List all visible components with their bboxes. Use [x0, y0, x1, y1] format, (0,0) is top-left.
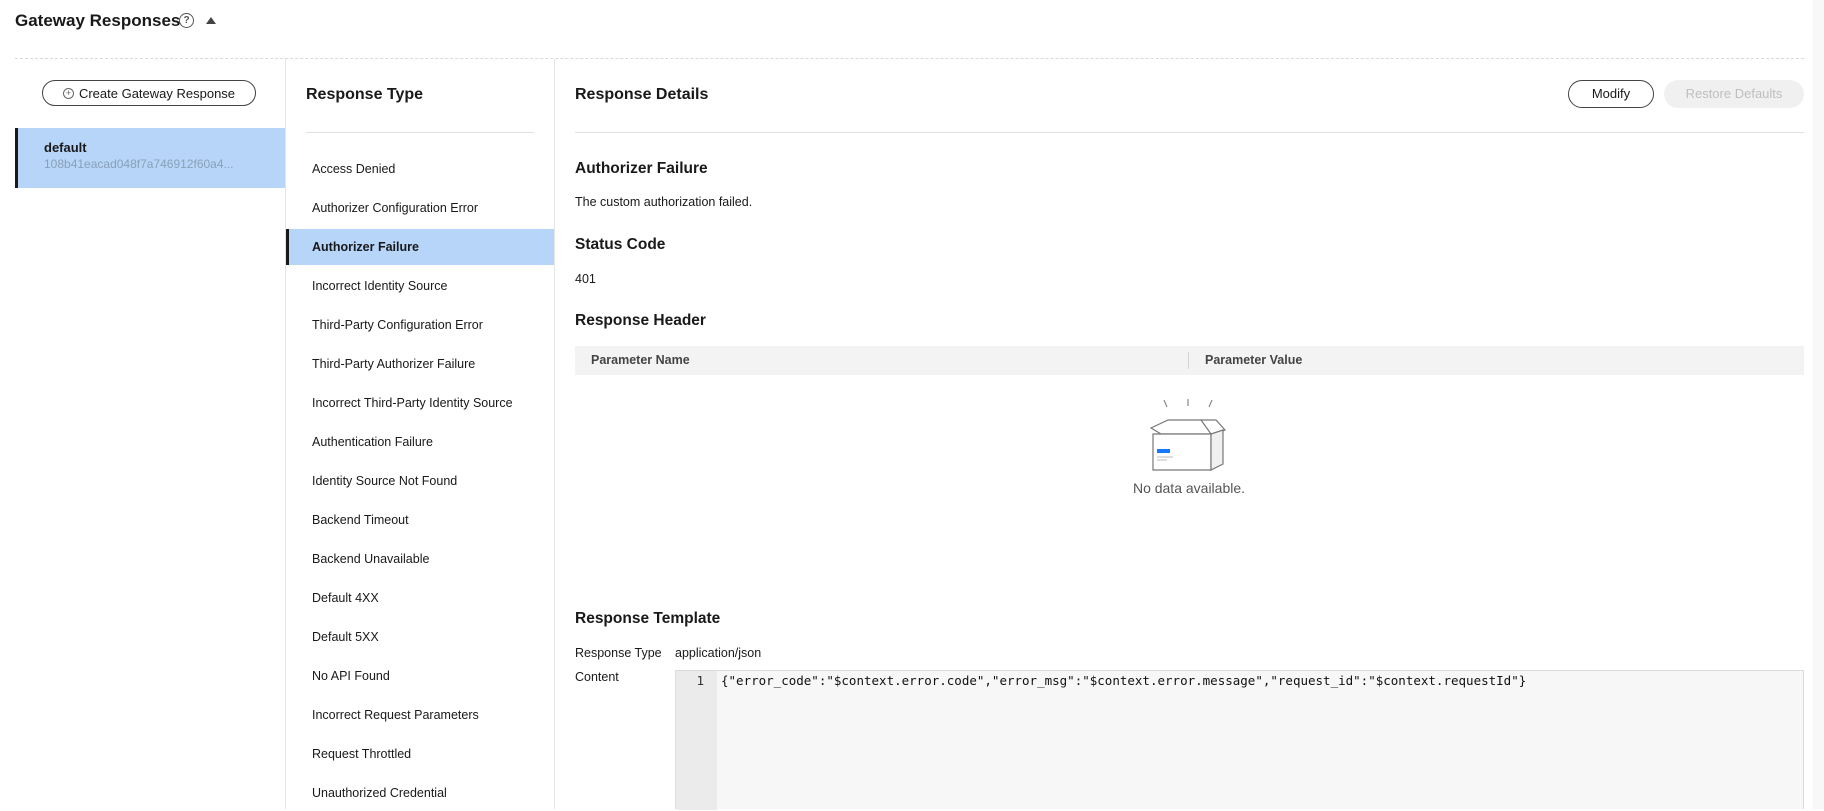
response-type-item[interactable]: Incorrect Identity Source [286, 268, 554, 304]
column-header-parameter-name: Parameter Name [591, 353, 690, 367]
page-scrollbar[interactable] [1813, 0, 1824, 809]
gateway-response-id: 108b41eacad048f7a746912f60a4... [44, 157, 234, 171]
response-type-item[interactable]: Incorrect Third-Party Identity Source [286, 385, 554, 421]
header-divider [15, 58, 1804, 59]
response-type-header: Response Type [306, 86, 424, 103]
selected-response-description: The custom authorization failed. [575, 195, 753, 209]
selected-response-title: Authorizer Failure [575, 160, 708, 177]
gateway-response-item-default[interactable]: default 108b41eacad048f7a746912f60a4... [15, 128, 285, 188]
response-template-title: Response Template [575, 610, 721, 627]
template-type-value: application/json [675, 646, 762, 660]
template-code-editor[interactable]: 1 {"error_code":"$context.error.code","e… [675, 670, 1804, 810]
response-type-item[interactable]: Authentication Failure [286, 424, 554, 460]
line-number: 1 [696, 673, 704, 688]
page-title: Gateway Responses [15, 11, 181, 30]
template-type-label: Response Type [575, 646, 662, 660]
response-details-header: Response Details [575, 86, 709, 103]
response-header-table-head: Parameter Name Parameter Value [575, 346, 1804, 375]
response-type-item[interactable]: Unauthorized Credential [286, 775, 554, 811]
status-code-value: 401 [575, 272, 596, 286]
response-type-item[interactable]: Default 4XX [286, 580, 554, 616]
plus-circle-icon: + [62, 87, 74, 99]
response-type-item[interactable]: Request Throttled [286, 736, 554, 772]
empty-box-icon [1149, 399, 1227, 471]
response-header-title: Response Header [575, 312, 706, 329]
column-separator [1188, 352, 1189, 369]
collapse-caret-icon[interactable] [206, 17, 216, 24]
create-gateway-response-button[interactable]: + Create Gateway Response [42, 80, 256, 106]
status-code-title: Status Code [575, 236, 666, 253]
modify-button[interactable]: Modify [1568, 80, 1654, 108]
editor-gutter: 1 [676, 671, 717, 810]
response-type-item[interactable]: Authorizer Failure [286, 229, 554, 265]
response-type-divider [306, 132, 534, 133]
response-type-item[interactable]: Backend Unavailable [286, 541, 554, 577]
response-type-item[interactable]: Authorizer Configuration Error [286, 190, 554, 226]
code-line[interactable]: {"error_code":"$context.error.code","err… [721, 673, 1526, 688]
response-type-item[interactable]: Third-Party Authorizer Failure [286, 346, 554, 382]
response-details-divider [575, 132, 1804, 133]
column-header-parameter-value: Parameter Value [1205, 353, 1303, 367]
template-content-label: Content [575, 670, 619, 684]
empty-state-text: No data available. [1132, 480, 1246, 496]
response-type-item[interactable]: Incorrect Request Parameters [286, 697, 554, 733]
response-type-item[interactable]: Access Denied [286, 151, 554, 187]
response-type-item[interactable]: Default 5XX [286, 619, 554, 655]
response-type-item[interactable]: Backend Timeout [286, 502, 554, 538]
column-divider-right [554, 59, 555, 809]
gateway-response-name: default [44, 140, 87, 155]
response-type-item[interactable]: Third-Party Configuration Error [286, 307, 554, 343]
restore-defaults-button: Restore Defaults [1664, 80, 1804, 108]
response-type-item[interactable]: No API Found [286, 658, 554, 694]
create-button-label: Create Gateway Response [78, 85, 236, 101]
help-icon[interactable]: ? [179, 13, 194, 28]
response-type-item[interactable]: Identity Source Not Found [286, 463, 554, 499]
